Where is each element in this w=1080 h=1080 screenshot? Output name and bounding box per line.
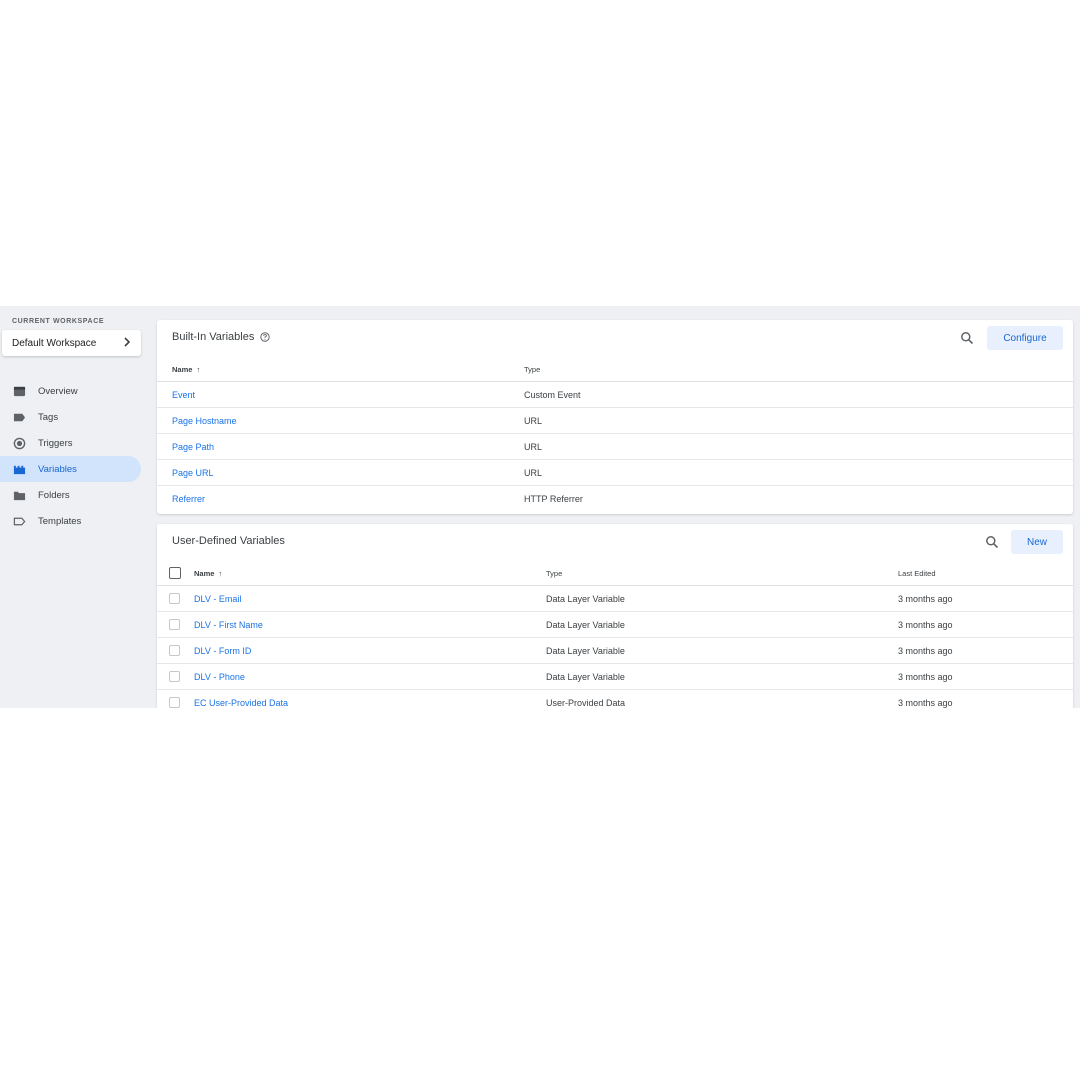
new-variable-button[interactable]: New xyxy=(1011,530,1063,554)
last-edited: 3 months ago xyxy=(898,646,953,656)
variable-type: Data Layer Variable xyxy=(546,646,625,656)
row-checkbox[interactable] xyxy=(169,671,180,682)
variable-type: Data Layer Variable xyxy=(546,620,625,630)
variable-type: Custom Event xyxy=(524,390,581,400)
sidebar-item-label: Folders xyxy=(38,489,70,501)
row-checkbox[interactable] xyxy=(169,619,180,630)
tag-icon xyxy=(12,410,26,424)
type-column-header: Type xyxy=(524,365,541,374)
sidebar-item-triggers[interactable]: Triggers xyxy=(0,430,141,456)
userdefined-title: User-Defined Variables xyxy=(172,535,285,547)
table-row: EC User-Provided Data User-Provided Data… xyxy=(157,690,1073,708)
table-header: Name ↑ Type Last Edited xyxy=(157,560,1073,586)
last-edited: 3 months ago xyxy=(898,698,953,708)
sort-up-icon: ↑ xyxy=(218,569,223,578)
configure-button[interactable]: Configure xyxy=(987,326,1063,350)
table-row: Event Custom Event xyxy=(157,382,1073,408)
sidebar-item-tags[interactable]: Tags xyxy=(0,404,141,430)
table-row: Page Hostname URL xyxy=(157,408,1073,434)
variable-name-link[interactable]: DLV - Email xyxy=(194,594,241,604)
variable-type: URL xyxy=(524,416,543,426)
sidebar-item-folders[interactable]: Folders xyxy=(0,482,141,508)
variable-type: URL xyxy=(524,468,543,478)
sidebar: CURRENT WORKSPACE Default Workspace Over… xyxy=(0,306,150,708)
table-row: Referrer HTTP Referrer xyxy=(157,486,1073,512)
card-header: Built-In Variables Configure xyxy=(157,320,1073,356)
overview-icon xyxy=(12,384,26,398)
variable-type: Data Layer Variable xyxy=(546,672,625,682)
gtm-app: CURRENT WORKSPACE Default Workspace Over… xyxy=(0,306,1080,708)
card-header: User-Defined Variables New xyxy=(157,524,1073,560)
template-icon xyxy=(12,514,26,528)
table-row: Page Path URL xyxy=(157,434,1073,460)
row-checkbox[interactable] xyxy=(169,645,180,656)
variable-type: Data Layer Variable xyxy=(546,594,625,604)
chevron-right-icon xyxy=(123,336,131,350)
user-defined-variables-card: User-Defined Variables New Name ↑ Type La… xyxy=(157,524,1073,708)
sidebar-item-variables[interactable]: Variables xyxy=(0,456,141,482)
variable-name-link[interactable]: Event xyxy=(172,390,195,400)
sidebar-item-label: Templates xyxy=(38,515,82,527)
trigger-icon xyxy=(12,436,26,450)
last-edited: 3 months ago xyxy=(898,672,953,682)
table-row: Page URL URL xyxy=(157,460,1073,486)
sidebar-item-label: Triggers xyxy=(38,437,73,449)
variable-type: URL xyxy=(524,442,543,452)
search-icon[interactable] xyxy=(960,331,974,345)
variable-type: HTTP Referrer xyxy=(524,494,583,504)
builtin-title: Built-In Variables xyxy=(172,331,255,343)
variable-name-link[interactable]: DLV - First Name xyxy=(194,620,263,630)
sidebar-item-label: Overview xyxy=(38,385,78,397)
last-edited: 3 months ago xyxy=(898,620,953,630)
card-title: User-Defined Variables xyxy=(172,535,285,547)
table-row: DLV - Email Data Layer Variable 3 months… xyxy=(157,586,1073,612)
workspace-selector[interactable]: Default Workspace xyxy=(2,330,141,356)
select-all-checkbox[interactable] xyxy=(169,567,181,579)
name-column-header[interactable]: Name ↑ xyxy=(194,569,222,578)
variables-icon xyxy=(12,462,26,476)
row-checkbox[interactable] xyxy=(169,697,180,708)
variable-name-link[interactable]: DLV - Form ID xyxy=(194,646,251,656)
card-title: Built-In Variables xyxy=(172,331,271,343)
builtin-variables-card: Built-In Variables Configure Name ↑ Type … xyxy=(157,320,1073,514)
sidebar-item-overview[interactable]: Overview xyxy=(0,378,141,404)
workspace-name: Default Workspace xyxy=(12,337,97,349)
variable-name-link[interactable]: Page Hostname xyxy=(172,416,237,426)
variable-name-link[interactable]: EC User-Provided Data xyxy=(194,698,288,708)
variable-type: User-Provided Data xyxy=(546,698,626,708)
last-edited: 3 months ago xyxy=(898,594,953,604)
search-icon[interactable] xyxy=(985,535,999,549)
sidebar-item-templates[interactable]: Templates xyxy=(0,508,141,534)
folder-icon xyxy=(12,488,26,502)
table-row: DLV - Phone Data Layer Variable 3 months… xyxy=(157,664,1073,690)
last-edited-column-header: Last Edited xyxy=(898,569,936,578)
variable-name-link[interactable]: DLV - Phone xyxy=(194,672,245,682)
type-column-header: Type xyxy=(546,569,563,578)
sidebar-nav: Overview Tags Triggers Variables Folders… xyxy=(0,378,141,534)
table-row: DLV - First Name Data Layer Variable 3 m… xyxy=(157,612,1073,638)
row-checkbox[interactable] xyxy=(169,593,180,604)
name-column-header[interactable]: Name ↑ xyxy=(172,365,200,374)
variable-name-link[interactable]: Page Path xyxy=(172,442,214,452)
sidebar-item-label: Variables xyxy=(38,463,77,475)
variable-name-link[interactable]: Referrer xyxy=(172,494,205,504)
sort-up-icon: ↑ xyxy=(196,365,201,374)
table-header: Name ↑ Type xyxy=(157,356,1073,382)
sidebar-item-label: Tags xyxy=(38,411,59,423)
table-row: DLV - Form ID Data Layer Variable 3 mont… xyxy=(157,638,1073,664)
variable-name-link[interactable]: Page URL xyxy=(172,468,214,478)
help-icon[interactable] xyxy=(260,332,271,342)
workspace-label: CURRENT WORKSPACE xyxy=(12,318,105,325)
